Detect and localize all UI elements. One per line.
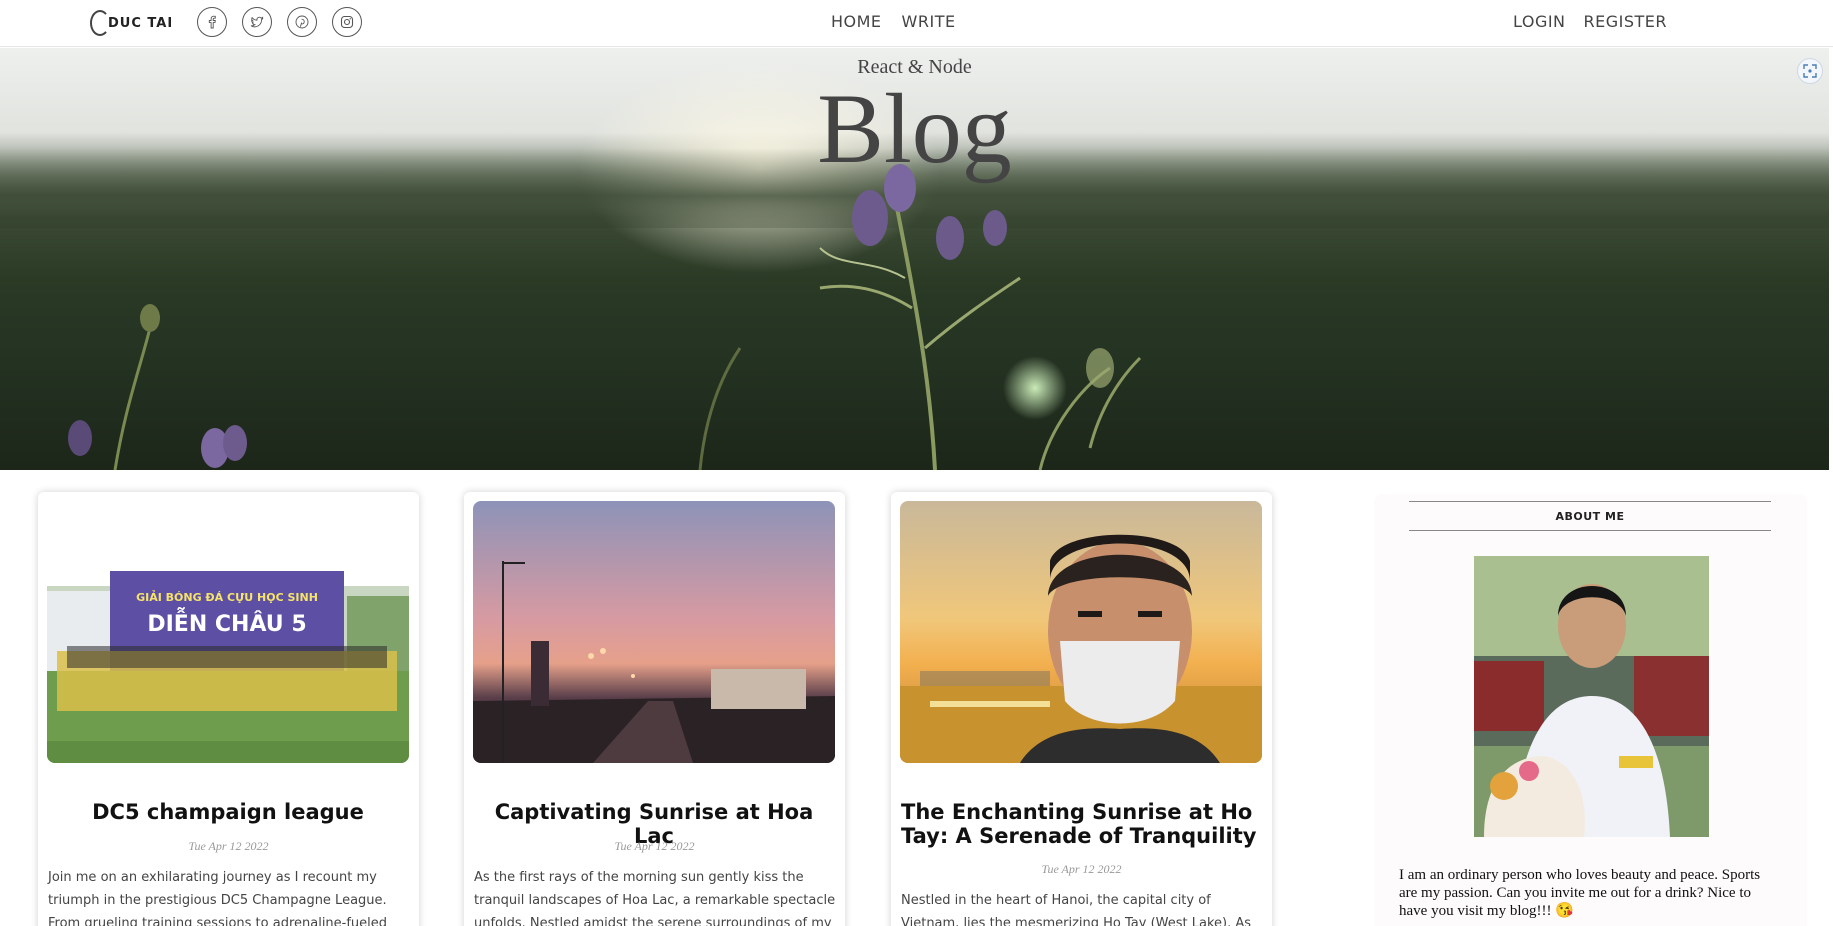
banner-caption: GIẢI BÓNG ĐÁ CỰU HỌC SINH [136, 590, 318, 604]
post-card[interactable]: Captivating Sunrise at Hoa Lac Tue Apr 1… [464, 492, 845, 926]
banner-heading: DIỄN CHÂU 5 [147, 608, 306, 637]
main-nav: HOME WRITE [831, 12, 956, 31]
pinterest-icon[interactable] [287, 7, 317, 37]
post-date: Tue Apr 12 2022 [188, 839, 269, 853]
sidebar-title: ABOUT ME [1409, 501, 1771, 531]
post-date: Tue Apr 12 2022 [1041, 862, 1122, 876]
instagram-icon[interactable] [332, 7, 362, 37]
profile-photo [1474, 556, 1709, 837]
twitter-icon[interactable] [242, 7, 272, 37]
about-text: I am an ordinary person who loves beauty… [1399, 867, 1761, 919]
top-bar: DUC TAI HOME WRITE LOGIN REGISTER [0, 0, 1833, 47]
post-card[interactable]: GIẢI BÓNG ĐÁ CỰU HỌC SINH DIỄN CHÂU 5 DC… [38, 492, 419, 926]
expand-icon[interactable] [1797, 58, 1823, 84]
brand-mark-icon [90, 10, 110, 36]
post-image[interactable] [900, 501, 1262, 763]
post-title[interactable]: DC5 champaign league [48, 800, 408, 824]
sidebar-about: ABOUT ME I am an ordinary person who lov… [1374, 494, 1807, 926]
nav-write-link[interactable]: WRITE [902, 12, 956, 31]
post-image[interactable] [473, 501, 835, 763]
post-title[interactable]: The Enchanting Sunrise at Ho Tay: A Sere… [901, 800, 1261, 848]
post-description: Join me on an exhilarating journey as I … [48, 870, 388, 926]
post-description: Nestled in the heart of Hanoi, the capit… [901, 893, 1252, 926]
nav-home-link[interactable]: HOME [831, 12, 882, 31]
nav-login-link[interactable]: LOGIN [1513, 12, 1566, 31]
brand-logo[interactable]: DUC TAI [90, 10, 172, 36]
facebook-icon[interactable] [197, 7, 227, 37]
nav-register-link[interactable]: REGISTER [1584, 12, 1668, 31]
post-card[interactable]: The Enchanting Sunrise at Ho Tay: A Sere… [891, 492, 1272, 926]
post-date: Tue Apr 12 2022 [614, 839, 695, 853]
brand-name: DUC TAI [108, 15, 174, 31]
header-banner: React & Node Blog [0, 48, 1829, 470]
post-description: As the first rays of the morning sun gen… [474, 870, 836, 926]
header-title: Blog [817, 73, 1012, 184]
auth-nav: LOGIN REGISTER [1513, 12, 1667, 31]
post-image[interactable]: GIẢI BÓNG ĐÁ CỰU HỌC SINH DIỄN CHÂU 5 [47, 501, 409, 763]
